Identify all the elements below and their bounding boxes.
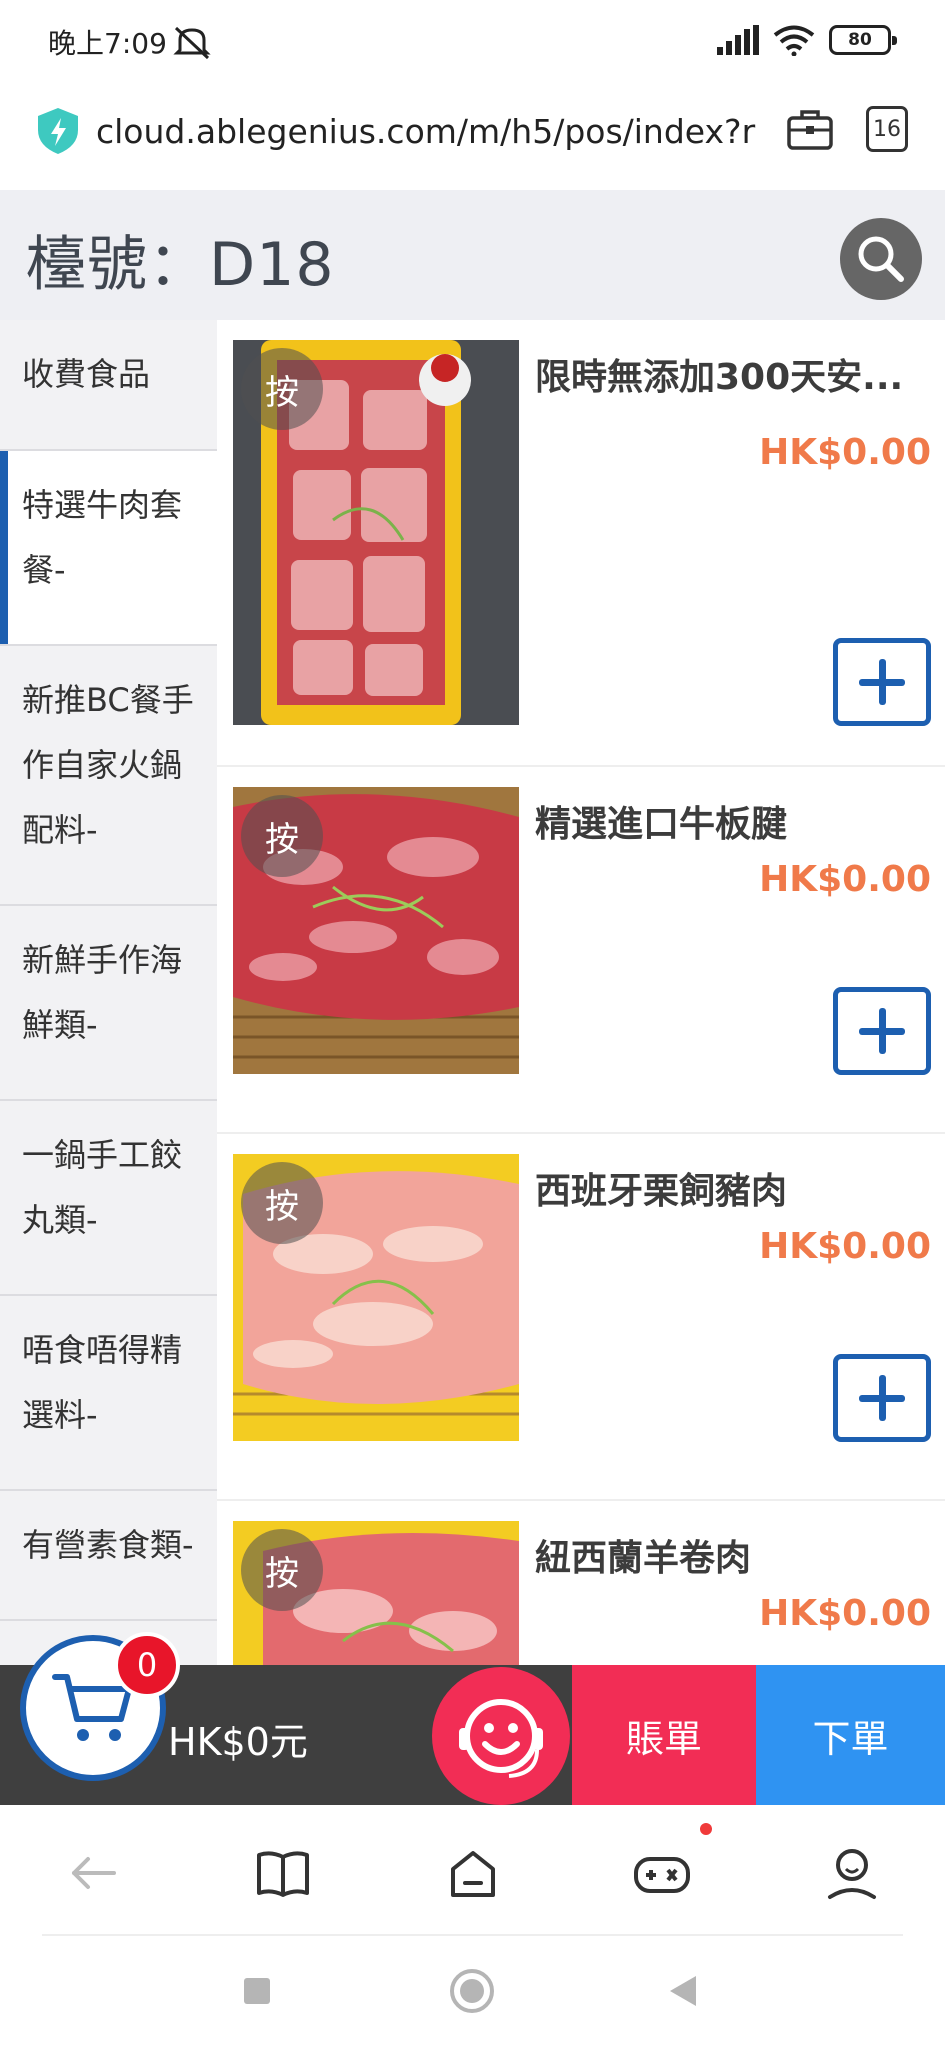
system-nav-bar	[0, 1936, 945, 2048]
sidebar-item-hotpot-ingredients[interactable]: 新推BC餐手作自家火鍋配料-	[0, 646, 217, 906]
add-to-cart-button[interactable]	[833, 638, 931, 726]
cart-total: HK$0元	[168, 1720, 308, 1764]
product-name: 紐西蘭羊卷肉	[535, 1538, 752, 1579]
product-image[interactable]: 按	[233, 1521, 519, 1665]
sidebar-item-vegetarian[interactable]: 有營素食類-	[0, 1491, 217, 1621]
signal-icon	[717, 25, 759, 55]
game-controller-icon[interactable]	[632, 1843, 692, 1903]
bookmarks-icon[interactable]	[253, 1843, 313, 1903]
back-triangle-icon[interactable]	[666, 1974, 700, 2008]
press-badge: 按	[241, 795, 323, 877]
page-title: 檯號：D18	[26, 230, 335, 300]
home-icon[interactable]	[443, 1843, 503, 1903]
product-item: 按 精選進口牛板腱 HK$0.00	[217, 767, 945, 1134]
place-order-button[interactable]: 下單	[756, 1665, 945, 1805]
sidebar-item-label: 有營素食類-	[22, 1526, 194, 1564]
customer-service-button[interactable]	[432, 1667, 570, 1805]
sidebar-item-seafood[interactable]: 新鮮手作海鮮類-	[0, 906, 217, 1101]
cart-bar: 0 HK$0元 賬單 下單	[0, 1632, 945, 1805]
search-button[interactable]	[840, 218, 922, 300]
product-image[interactable]: 按	[233, 1154, 519, 1441]
product-name: 精選進口牛板腱	[535, 804, 788, 845]
product-price: HK$0.00	[759, 432, 931, 473]
notification-dot	[700, 1823, 712, 1835]
add-to-cart-button[interactable]	[833, 1354, 931, 1442]
status-time: 晚上7:09	[48, 27, 167, 60]
shield-icon	[38, 108, 78, 154]
briefcase-icon[interactable]	[786, 106, 834, 152]
product-price: HK$0.00	[759, 859, 931, 900]
recent-apps-icon[interactable]	[242, 1976, 272, 2006]
product-list: 按 限時無添加300天安... HK$0.00 按 精選進口牛板腱 HK$0.0…	[217, 320, 945, 1665]
sidebar-item-label: 一鍋手工餃丸類-	[22, 1136, 183, 1239]
product-item: 按 西班牙栗飼豬肉 HK$0.00	[217, 1134, 945, 1501]
profile-icon[interactable]	[822, 1843, 882, 1903]
search-icon	[858, 236, 904, 282]
url-field[interactable]: cloud.ablegenius.com/m/h5/pos/index?ran	[96, 112, 756, 151]
category-sidebar: 收費食品 特選牛肉套餐- 新推BC餐手作自家火鍋配料- 新鮮手作海鮮類- 一鍋手…	[0, 320, 217, 1665]
sidebar-item-label: 收費食品	[22, 355, 151, 393]
product-image[interactable]: 按	[233, 787, 519, 1074]
press-badge: 按	[241, 1529, 323, 1611]
add-to-cart-button[interactable]	[833, 987, 931, 1075]
tab-count-button[interactable]: 16	[866, 106, 908, 152]
product-price: HK$0.00	[759, 1226, 931, 1267]
sidebar-item-label: 新鮮手作海鮮類-	[22, 941, 183, 1044]
press-badge: 按	[241, 348, 323, 430]
page-header: 檯號：D18	[0, 190, 945, 320]
browser-bottom-nav	[0, 1805, 945, 1935]
product-price: HK$0.00	[759, 1593, 931, 1634]
product-name: 限時無添加300天安...	[535, 357, 904, 398]
bill-button[interactable]: 賬單	[572, 1665, 756, 1805]
sidebar-item-selected-ingredients[interactable]: 唔食唔得精選料-	[0, 1296, 217, 1491]
back-arrow-icon[interactable]	[64, 1843, 124, 1903]
battery-indicator: 80	[829, 25, 897, 55]
sidebar-item-label: 唔食唔得精選料-	[22, 1331, 183, 1434]
product-item: 按 紐西蘭羊卷肉 HK$0.00	[217, 1501, 945, 1665]
status-icons: 80	[717, 24, 897, 56]
cart-count-badge: 0	[114, 1632, 180, 1698]
wifi-icon	[773, 25, 815, 56]
sidebar-item-beef-set[interactable]: 特選牛肉套餐-	[0, 451, 217, 646]
product-image[interactable]: 按	[233, 340, 519, 725]
mute-icon	[173, 26, 211, 60]
sidebar-item-label: 特選牛肉套餐-	[22, 486, 183, 589]
product-item: 按 限時無添加300天安... HK$0.00	[217, 320, 945, 767]
sidebar-item-dumplings[interactable]: 一鍋手工餃丸類-	[0, 1101, 217, 1296]
product-name: 西班牙栗飼豬肉	[535, 1171, 788, 1212]
status-bar: 晚上7:09 80	[0, 0, 945, 84]
home-circle-icon[interactable]	[449, 1968, 495, 2014]
press-badge: 按	[241, 1162, 323, 1244]
browser-url-bar: cloud.ablegenius.com/m/h5/pos/index?ran …	[0, 84, 945, 190]
sidebar-item-paid-food[interactable]: 收費食品	[0, 320, 217, 451]
sidebar-item-label: 新推BC餐手作自家火鍋配料-	[22, 681, 194, 849]
headset-smile-icon	[459, 1699, 543, 1778]
